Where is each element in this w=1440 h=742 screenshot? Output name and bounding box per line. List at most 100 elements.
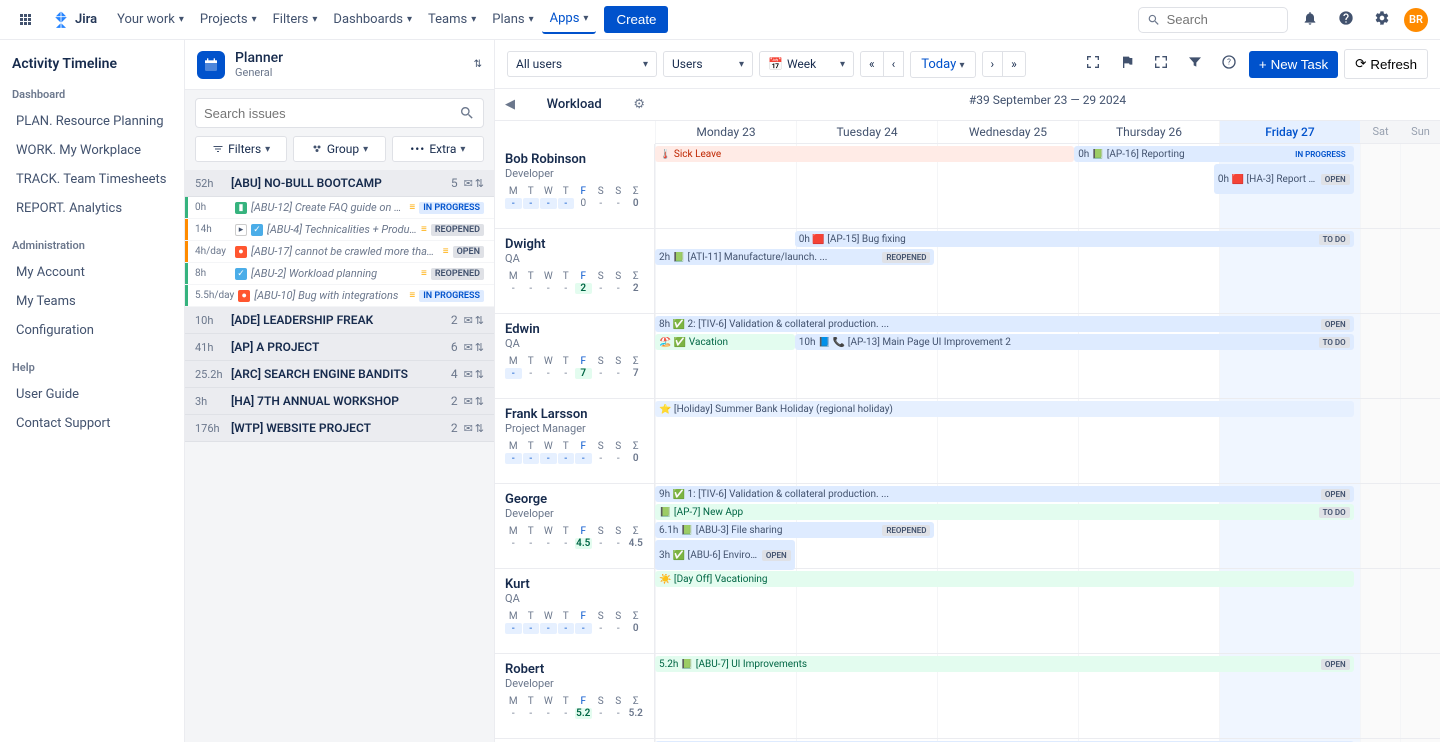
issues-search-input[interactable] [204,106,453,121]
sort-icon[interactable]: ⇅ [475,177,484,190]
issue-row[interactable]: 4h/day●[ABU-17] cannot be crawled more t… [185,241,494,263]
nav-item-plans[interactable]: Plans▾ [484,5,541,34]
task-bar[interactable]: 8h ✅ 2: [TIV-6] Validation & collateral … [655,316,1354,332]
task-bar[interactable]: 3h ✅ [ABU-6] Environment setupOPEN [655,540,795,570]
tasks-overlay: 0h 🟥 [AP-15] Bug fixingTO DO 2h 📗 [ATI-11… [655,229,1440,313]
collapse-icon[interactable]: ◀ [505,97,515,112]
nav-first-button[interactable]: « [860,51,884,77]
help-icon[interactable]: ? [1215,48,1243,80]
sort-icon[interactable]: ⇅ [475,314,484,327]
task-bar[interactable]: 📗 [AP-7] New AppTO DO [655,504,1354,520]
mail-icon[interactable]: ✉ [464,368,473,381]
task-bar[interactable]: 10h 📘 📞 [AP-13] Main Page UI Improvement… [795,334,1354,350]
help-icon[interactable] [1332,4,1360,36]
issue-row[interactable]: 8h✓[ABU-2] Workload planning≡REOPENED [185,263,494,285]
jira-logo[interactable]: Jira [43,10,105,30]
nav-prev-button[interactable]: ‹ [884,51,905,77]
sidebar-link[interactable]: My Teams [12,287,172,316]
mini-day-value: - [593,453,610,464]
task-bar[interactable]: 🏖️ ✅ Vacation [655,334,795,350]
filter-icon[interactable] [1181,48,1209,80]
mail-icon[interactable]: ✉ [464,177,473,190]
mail-icon[interactable]: ✉ [464,341,473,354]
gear-icon[interactable]: ⚙ [633,97,645,112]
nav-item-dashboards[interactable]: Dashboards▾ [325,5,420,34]
task-bar[interactable]: 5.2h 📗 [ABU-7] UI ImprovementsOPEN [655,656,1354,672]
sidebar-link[interactable]: My Account [12,258,172,287]
mail-icon[interactable]: ✉ [464,395,473,408]
task-bar[interactable]: 0h 🟥 [AP-15] Bug fixingTO DO [795,231,1354,247]
mini-day-label: T [558,441,575,452]
extra-pill[interactable]: ••• Extra▾ [392,136,484,162]
scan-icon[interactable] [1079,48,1107,80]
nav-item-teams[interactable]: Teams▾ [420,5,484,34]
sidebar-link[interactable]: User Guide [12,380,172,409]
issue-row[interactable]: 5.5h/day●[ABU-10] Bug with integrations≡… [185,285,494,307]
sort-icon[interactable]: ⇅ [475,368,484,381]
mini-day-label: Σ [628,696,645,707]
global-search[interactable] [1138,7,1288,33]
app-switcher-icon[interactable] [12,6,39,33]
sidebar-link[interactable]: TRACK. Team Timesheets [12,165,172,194]
nav-item-apps[interactable]: Apps▾ [542,5,597,34]
refresh-button[interactable]: ⟳ Refresh [1344,49,1428,79]
mail-icon[interactable]: ✉ [464,422,473,435]
issue-group[interactable]: 52h[ABU] NO-BULL BOOTCAMP5✉ ⇅ [185,170,494,197]
issue-row[interactable]: 0h▮[ABU-12] Create FAQ guide on how to .… [185,197,494,219]
sort-icon[interactable]: ⇅ [475,395,484,408]
new-task-button[interactable]: + New Task [1249,51,1338,78]
sidebar-link[interactable]: REPORT. Analytics [12,194,172,223]
issues-search[interactable] [195,98,484,128]
nav-last-button[interactable]: » [1003,51,1026,77]
notifications-icon[interactable] [1296,4,1324,36]
mini-day-value: 0 [628,198,645,209]
issue-group[interactable]: 176h[WTP] WEBSITE PROJECT2✉ ⇅ [185,415,494,442]
user-avatar[interactable]: BR [1404,8,1428,32]
issue-group[interactable]: 41h[AP] A PROJECT6✉ ⇅ [185,334,494,361]
mini-day-label: F [575,186,592,197]
tasks-overlay: ⭐ [Holiday] Summer Bank Holiday (regiona… [655,399,1440,483]
task-bar[interactable]: 0h 🟥 [HA-3] Report for the FIN DEPTOPEN [1214,164,1354,194]
mail-icon[interactable]: ✉ [464,314,473,327]
person-info: RobertDeveloperMTWTFSSΣ----5.2--5.2 [495,654,655,738]
task-bar[interactable]: 2h 📗 [ATI-11] Manufacture/launch. ...REO… [655,249,934,265]
sidebar-link[interactable]: PLAN. Resource Planning [12,107,172,136]
all-users-select[interactable]: All users▾ [507,51,657,77]
create-button[interactable]: Create [604,6,668,33]
users-select[interactable]: Users▾ [663,51,753,77]
task-status: OPEN [1321,489,1350,500]
priority-icon: ≡ [421,224,427,235]
task-bar[interactable]: 🌡️ Sick Leave [655,146,1074,162]
mini-day-label: Σ [628,441,645,452]
nav-item-filters[interactable]: Filters▾ [265,5,326,34]
issue-group[interactable]: 25.2h[ARC] SEARCH ENGINE BANDITS4✉ ⇅ [185,361,494,388]
task-bar[interactable]: 6.1h 📗 [ABU-3] File sharingREOPENED [655,522,934,538]
sidebar-link[interactable]: Contact Support [12,409,172,438]
nav-next-button[interactable]: › [982,51,1004,77]
view-select[interactable]: 📅 Week▾ [759,51,854,77]
fullscreen-icon[interactable] [1147,48,1175,80]
task-bar[interactable]: 9h ✅ 1: [TIV-6] Validation & collateral … [655,486,1354,502]
issue-group[interactable]: 3h[HA] 7TH ANNUAL WORKSHOP2✉ ⇅ [185,388,494,415]
sort-icon[interactable]: ⇅ [475,422,484,435]
task-bar[interactable]: ☀️ [Day Off] Vacationing [655,571,1354,587]
group-pill[interactable]: Group▾ [293,136,385,162]
task-icon: ✓ [251,224,263,236]
nav-item-your-work[interactable]: Your work▾ [109,5,192,34]
issue-group[interactable]: 10h[ADE] LEADERSHIP FREAK2✉ ⇅ [185,307,494,334]
planner-switch-icon[interactable]: ⇅ [474,59,482,70]
sort-icon[interactable]: ⇅ [475,341,484,354]
today-button[interactable]: Today ▾ [910,51,975,78]
sidebar-link[interactable]: Configuration [12,316,172,345]
nav-item-projects[interactable]: Projects▾ [192,5,265,34]
mini-day-label: T [523,441,540,452]
task-bar[interactable]: 0h 📗 [AP-16] ReportingIN PROGRESS [1074,146,1353,162]
task-bar[interactable]: ⭐ [Holiday] Summer Bank Holiday (regiona… [655,401,1354,417]
priority-icon: ≡ [421,268,427,279]
flag-icon[interactable] [1113,48,1141,80]
settings-icon[interactable] [1368,4,1396,36]
issue-row[interactable]: 14h▸✓[ABU-4] Technicalities + Product De… [185,219,494,241]
sidebar-link[interactable]: WORK. My Workplace [12,136,172,165]
filters-pill[interactable]: Filters▾ [195,136,287,162]
global-search-input[interactable] [1167,12,1279,27]
